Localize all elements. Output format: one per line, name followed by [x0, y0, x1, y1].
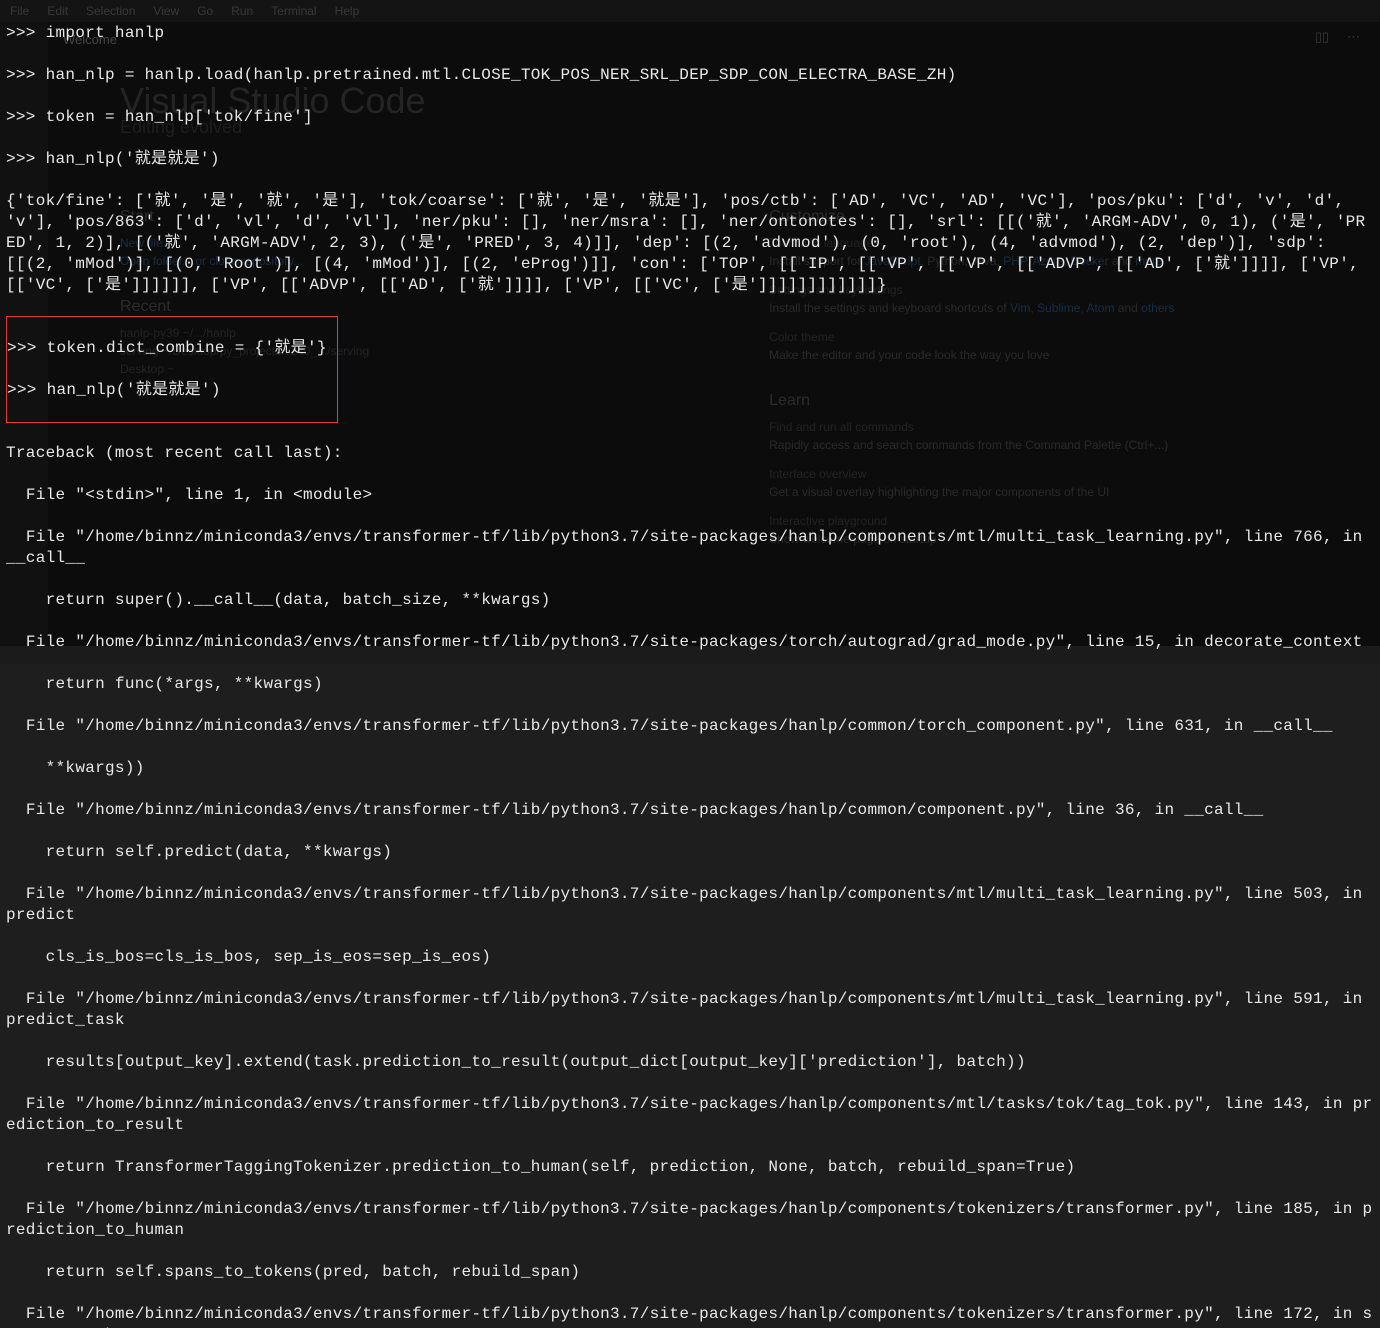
terminal-line: File "/home/binnz/miniconda3/envs/transf… — [6, 1199, 1374, 1241]
terminal-line: return TransformerTaggingTokenizer.predi… — [6, 1157, 1374, 1178]
highlight-box-input: >>> token.dict_combine = {'就是'} >>> han_… — [6, 316, 338, 423]
terminal-line: >>> han_nlp('就是就是') — [6, 149, 1374, 170]
terminal-line: File "/home/binnz/miniconda3/envs/transf… — [6, 884, 1374, 926]
terminal-line: return func(*args, **kwargs) — [6, 674, 1374, 695]
terminal-line: File "/home/binnz/miniconda3/envs/transf… — [6, 527, 1374, 569]
terminal-line: return self.predict(data, **kwargs) — [6, 842, 1374, 863]
terminal-output[interactable]: >>> import hanlp >>> han_nlp = hanlp.loa… — [0, 0, 1380, 664]
terminal-line: Traceback (most recent call last): — [6, 443, 1374, 464]
terminal-line: >>> token = han_nlp['tok/fine'] — [6, 107, 1374, 128]
terminal-line: File "/home/binnz/miniconda3/envs/transf… — [6, 716, 1374, 737]
terminal-line: File "<stdin>", line 1, in <module> — [6, 485, 1374, 506]
terminal-line: File "/home/binnz/miniconda3/envs/transf… — [6, 989, 1374, 1031]
terminal-line: File "/home/binnz/miniconda3/envs/transf… — [6, 1304, 1374, 1328]
terminal-line: {'tok/fine': ['就', '是', '就', '是'], 'tok/… — [6, 191, 1374, 296]
terminal-line: >>> token.dict_combine = {'就是'} — [7, 338, 327, 359]
terminal-line: return self.spans_to_tokens(pred, batch,… — [6, 1262, 1374, 1283]
terminal-line: return super().__call__(data, batch_size… — [6, 590, 1374, 611]
terminal-line: cls_is_bos=cls_is_bos, sep_is_eos=sep_is… — [6, 947, 1374, 968]
terminal-line: File "/home/binnz/miniconda3/envs/transf… — [6, 632, 1374, 653]
terminal-line: results[output_key].extend(task.predicti… — [6, 1052, 1374, 1073]
terminal-line: >>> han_nlp('就是就是') — [7, 380, 327, 401]
terminal-line: **kwargs)) — [6, 758, 1374, 779]
terminal-line: >>> import hanlp — [6, 23, 1374, 44]
terminal-line: File "/home/binnz/miniconda3/envs/transf… — [6, 1094, 1374, 1136]
terminal-line: >>> han_nlp = hanlp.load(hanlp.pretraine… — [6, 65, 1374, 86]
terminal-line: File "/home/binnz/miniconda3/envs/transf… — [6, 800, 1374, 821]
